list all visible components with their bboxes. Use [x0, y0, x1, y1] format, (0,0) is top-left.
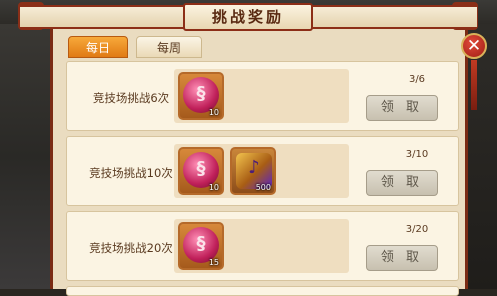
reward-item[interactable]: § 10 [178, 147, 224, 195]
task-row: 竞技场挑战20次 § 15 3/20 领 取 [66, 211, 459, 281]
reward-item[interactable]: ♪ 500 [230, 147, 276, 195]
close-button[interactable]: ✕ [461, 33, 487, 59]
task-row-partial [66, 286, 459, 296]
tab-weekly[interactable]: 每周 [136, 36, 202, 58]
task-row: 竞技场挑战10次 § 10 ♪ 500 3/10 领 取 [66, 136, 459, 206]
task-progress: 3/10 [405, 149, 429, 160]
game-background-left [0, 24, 55, 289]
task-label: 竞技场挑战10次 [89, 166, 173, 180]
task-label: 竞技场挑战6次 [92, 91, 170, 105]
tassel-decoration [471, 60, 477, 110]
task-label: 竞技场挑战20次 [89, 241, 173, 255]
reward-quantity: 10 [208, 183, 219, 192]
window-title: 挑战奖励 [183, 3, 313, 31]
claim-button[interactable]: 领 取 [366, 170, 438, 196]
reward-quantity: 500 [255, 183, 271, 192]
task-progress: 3/6 [408, 74, 426, 85]
tab-daily[interactable]: 每日 [68, 36, 128, 58]
task-row: 竞技场挑战6次 § 10 3/6 领 取 [66, 61, 459, 131]
task-progress: 3/20 [405, 224, 429, 235]
close-icon: ✕ [466, 36, 482, 56]
reward-slot-area: § 10 ♪ 500 [174, 144, 349, 198]
reward-item[interactable]: § 10 [178, 72, 224, 120]
reward-quantity: 10 [208, 108, 219, 117]
reward-slot-area: § 10 [174, 69, 349, 123]
claim-button[interactable]: 领 取 [366, 95, 438, 121]
claim-button[interactable]: 领 取 [366, 245, 438, 271]
reward-quantity: 15 [208, 258, 219, 267]
reward-item[interactable]: § 15 [178, 222, 224, 270]
reward-slot-area: § 15 [174, 219, 349, 273]
